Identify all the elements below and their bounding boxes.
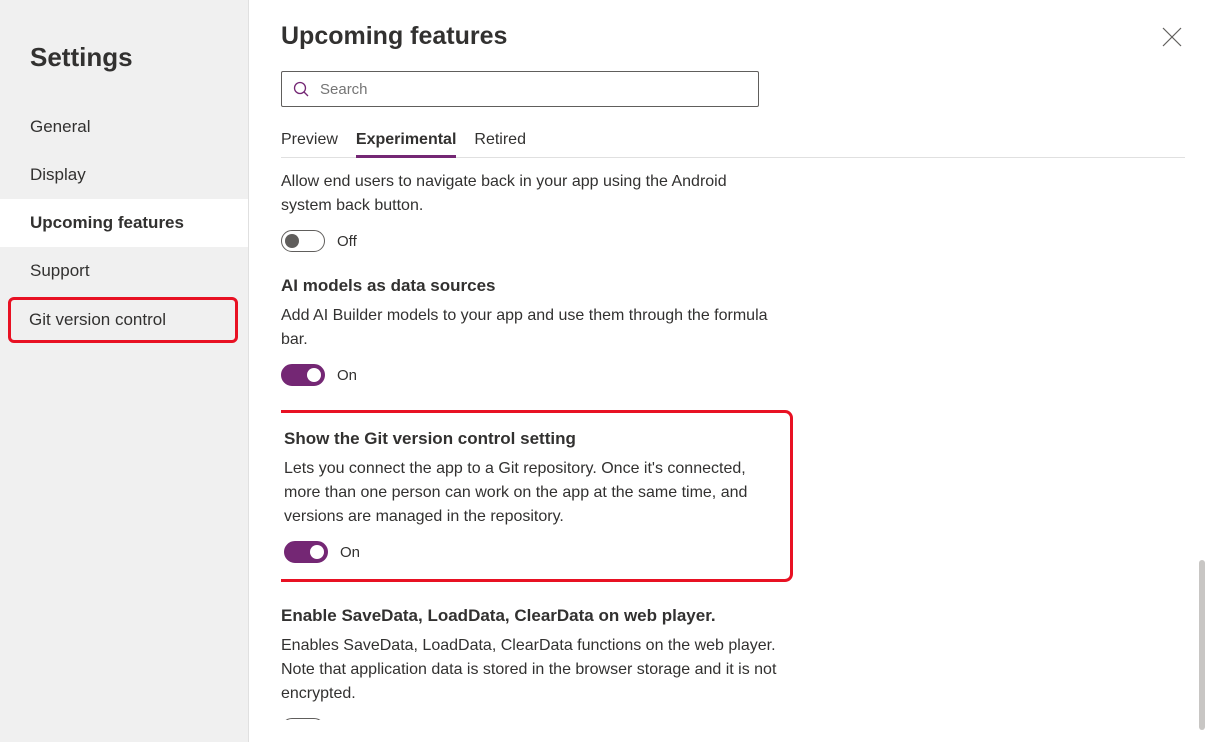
search-box[interactable]	[281, 71, 759, 107]
sidebar-item-support[interactable]: Support	[0, 247, 248, 295]
feature-description: Enables SaveData, LoadData, ClearData fu…	[281, 634, 781, 706]
feature-description: Add AI Builder models to your app and us…	[281, 304, 781, 352]
toggle-android-back[interactable]	[281, 230, 325, 252]
toggle-git-version-control[interactable]	[284, 541, 328, 563]
feature-description: Lets you connect the app to a Git reposi…	[284, 457, 754, 529]
sidebar-item-general[interactable]: General	[0, 103, 248, 151]
toggle-label: Off	[337, 233, 357, 250]
tab-retired[interactable]: Retired	[474, 125, 526, 157]
features-list: Allow end users to navigate back in your…	[281, 170, 1185, 720]
sidebar-title: Settings	[0, 0, 248, 103]
toggle-ai-models[interactable]	[281, 364, 325, 386]
feature-git-version-control-highlighted: Show the Git version control setting Let…	[281, 410, 793, 582]
close-button[interactable]	[1161, 26, 1183, 48]
search-input[interactable]	[320, 81, 748, 98]
main-panel: Upcoming features Preview Experimental R…	[249, 0, 1215, 742]
feature-description: Allow end users to navigate back in your…	[281, 170, 781, 218]
close-icon	[1161, 26, 1183, 48]
tab-preview[interactable]: Preview	[281, 125, 338, 157]
feature-android-back: Allow end users to navigate back in your…	[281, 170, 781, 252]
sidebar-item-upcoming-features[interactable]: Upcoming features	[0, 199, 248, 247]
scrollbar[interactable]	[1199, 560, 1205, 730]
toggle-label: On	[337, 367, 357, 384]
page-title: Upcoming features	[281, 22, 1185, 51]
toggle-savedata-web[interactable]	[281, 718, 325, 720]
feature-title: AI models as data sources	[281, 276, 781, 296]
tabs-bar: Preview Experimental Retired	[281, 125, 1185, 158]
search-icon	[292, 80, 310, 98]
feature-ai-models: AI models as data sources Add AI Builder…	[281, 276, 781, 386]
toggle-label: On	[340, 544, 360, 561]
feature-title: Enable SaveData, LoadData, ClearData on …	[281, 606, 781, 626]
sidebar-item-display[interactable]: Display	[0, 151, 248, 199]
settings-sidebar: Settings General Display Upcoming featur…	[0, 0, 249, 742]
feature-savedata-web: Enable SaveData, LoadData, ClearData on …	[281, 606, 781, 720]
sidebar-item-git-version-control[interactable]: Git version control	[8, 297, 238, 343]
tab-experimental[interactable]: Experimental	[356, 125, 456, 157]
feature-title: Show the Git version control setting	[284, 429, 772, 449]
